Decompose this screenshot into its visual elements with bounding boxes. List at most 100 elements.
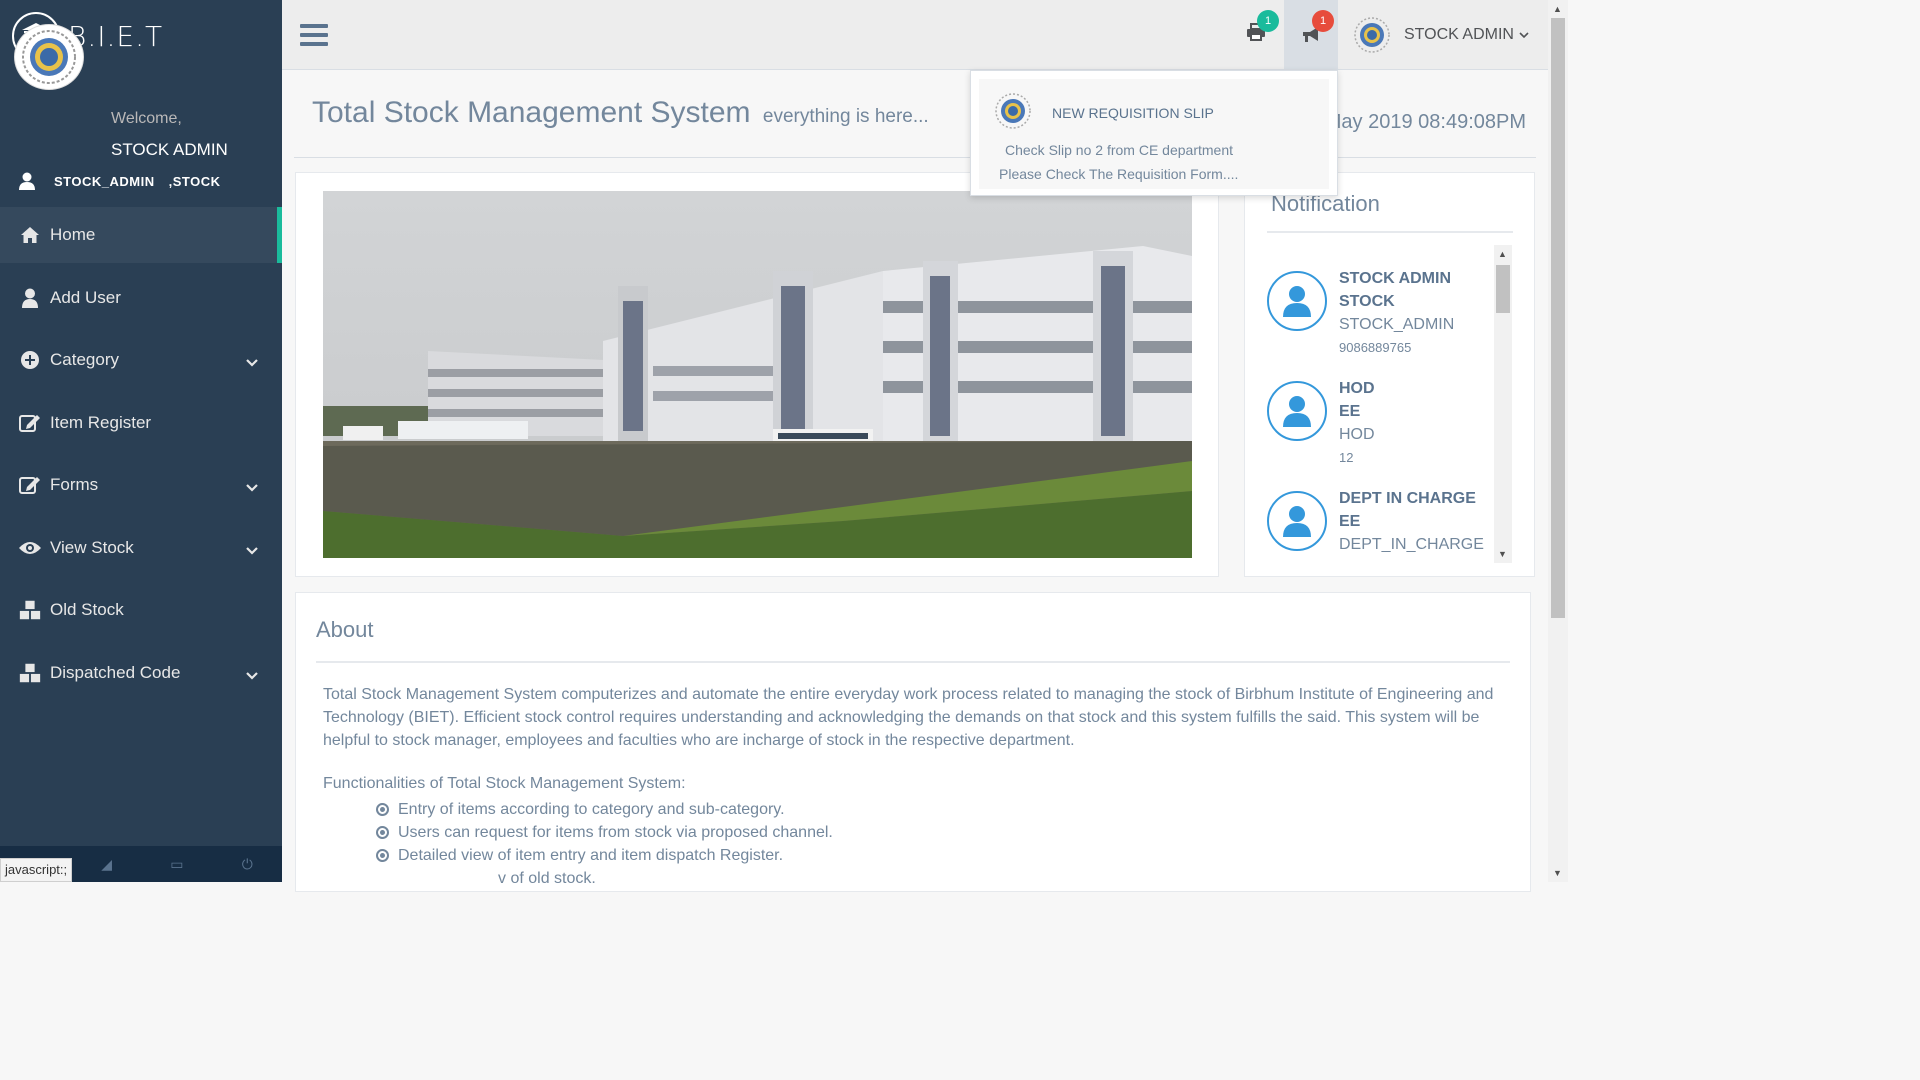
top-navbar: 1 1 STOCK ADMIN [282,0,1548,70]
functionalities-title: Functionalities of Total Stock Managemen… [323,775,686,792]
notification-item[interactable]: STOCK ADMIN STOCK STOCK_ADMIN 9086889765 [1265,245,1493,355]
bullet-icon [376,803,389,816]
functionalities-list: Entry of items according to category and… [376,798,833,890]
sidebar-item-label: Category [50,350,119,369]
user-avatar-icon [1267,381,1327,441]
divider [316,661,1510,663]
dropdown-message[interactable]: NEW REQUISITION SLIP Check Slip no 2 fro… [979,79,1329,189]
notification-line: EE [1339,513,1361,530]
chevron-down-icon [1519,31,1529,38]
user-icon [18,288,42,308]
scrollbar-thumb[interactable] [1551,18,1565,618]
chevron-down-icon [246,665,258,685]
list-item-text: Entry of items according to category and… [398,801,785,818]
notification-line: STOCK [1339,293,1395,310]
user-avatar [1354,17,1390,53]
sidebar-item-add-user[interactable]: Add User [0,270,282,326]
scroll-down-icon[interactable]: ▼ [1498,549,1507,559]
sidebar-item-item-register[interactable]: Item Register [0,395,282,451]
sidebar: B.I.E.T Welcome, STOCK ADMIN STOCK_ADMIN… [0,0,282,882]
announcements-badge: 1 [1312,10,1334,32]
home-icon [18,226,42,244]
user-dept: ,STOCK [168,173,221,189]
bullet-icon [376,849,389,862]
edit-icon [18,475,42,495]
notification-panel: Notification STOCK ADMIN STOCK STOCK_ADM… [1244,172,1535,577]
sidebar-item-dispatched-code[interactable]: Dispatched Code [0,645,282,701]
notification-scrollbar[interactable]: ▲ ▼ [1494,245,1512,563]
notification-line: HOD [1339,426,1375,443]
page-title-text: Total Stock Management System [312,96,751,129]
campus-image [323,191,1192,558]
notification-line: DEPT_IN_CHARGE [1339,536,1484,553]
user-name-label: STOCK ADMIN [1404,26,1514,43]
sidebar-item-forms[interactable]: Forms [0,457,282,513]
chevron-down-icon [246,477,258,497]
about-panel: About Total Stock Management System comp… [295,592,1531,892]
about-title: About [316,617,374,642]
cubes-icon [18,599,42,621]
sidebar-item-category[interactable]: Category [0,332,282,388]
about-description: Total Stock Management System computeriz… [323,686,1494,749]
menu-toggle-icon[interactable] [300,24,328,51]
campus-panel [295,172,1219,577]
sidebar-item-label: Add User [50,287,121,307]
welcome-label: Welcome, [111,110,182,127]
print-badge: 1 [1257,10,1279,32]
user-profile-dropdown[interactable]: STOCK ADMIN [1354,17,1529,53]
notification-item[interactable]: HOD EE HOD 12 [1265,355,1493,465]
list-item-text: Detailed view of item entry and item dis… [398,847,784,864]
list-item: v of old stock. [376,867,833,890]
notification-line: STOCK_ADMIN [1339,316,1455,333]
scroll-up-icon[interactable]: ▲ [1553,4,1562,14]
lock-icon[interactable]: ▭ [170,856,183,873]
page-subtitle: everything is here... [762,106,929,127]
user-avatar-icon [1267,271,1327,331]
bullet-icon [376,826,389,839]
message-avatar [995,93,1031,129]
notification-line: HOD [1339,380,1375,397]
list-item: Detailed view of item entry and item dis… [376,844,833,867]
sidebar-item-view-stock[interactable]: View Stock [0,520,282,576]
scroll-up-icon[interactable]: ▲ [1498,249,1507,259]
list-item-text: v of old stock. [498,870,596,887]
notification-line: STOCK ADMIN [1339,270,1451,287]
page-header: Total Stock Management System everything… [294,80,1536,158]
notification-line: DEPT IN CHARGE [1339,490,1476,507]
scrollbar-thumb[interactable] [1496,265,1510,313]
sidebar-item-old-stock[interactable]: Old Stock [0,582,282,638]
announcement-dropdown: NEW REQUISITION SLIP Check Slip no 2 fro… [970,70,1338,196]
message-text: Please Check The Requisition Form.... [999,166,1239,182]
sidebar-item-label: View Stock [50,537,134,557]
notification-item[interactable]: DEPT IN CHARGE EE DEPT_IN_CHARGE [1265,465,1493,563]
browser-status-bar: javascript:; [0,858,73,882]
message-text: Check Slip no 2 from CE department [1005,142,1233,158]
notification-list[interactable]: STOCK ADMIN STOCK STOCK_ADMIN 9086889765… [1265,245,1493,563]
user-icon [19,172,35,190]
profile-name: STOCK ADMIN [111,140,228,159]
plus-circle-icon [18,350,42,370]
list-item: Users can request for items from stock v… [376,821,833,844]
notification-line: EE [1339,403,1361,420]
scroll-down-icon[interactable]: ▼ [1553,868,1562,878]
divider [1267,231,1513,233]
sidebar-menu: Home Add User Category Item Register For… [0,207,282,707]
fullscreen-icon[interactable]: ◢ [101,856,112,873]
sidebar-item-label: Dispatched Code [50,662,181,682]
page-scrollbar[interactable]: ▲ ▼ [1548,0,1568,882]
sidebar-item-label: Old Stock [50,600,124,619]
edit-icon [18,413,42,433]
cubes-icon [18,662,42,684]
profile-avatar [14,24,84,90]
logout-icon[interactable]: ⏻ [242,856,253,873]
sidebar-item-label: Item Register [50,412,152,432]
sidebar-item-home[interactable]: Home [0,207,282,263]
username: STOCK_ADMIN [54,173,155,189]
user-avatar-icon [1267,491,1327,551]
announcements-button[interactable] [1284,0,1338,70]
list-item: Entry of items according to category and… [376,798,833,821]
sidebar-item-label: Forms [50,475,99,494]
list-item-text: Users can request for items from stock v… [398,824,833,841]
datetime-display: May 2019 08:49:08PM [1324,111,1526,133]
chevron-down-icon [246,352,258,372]
